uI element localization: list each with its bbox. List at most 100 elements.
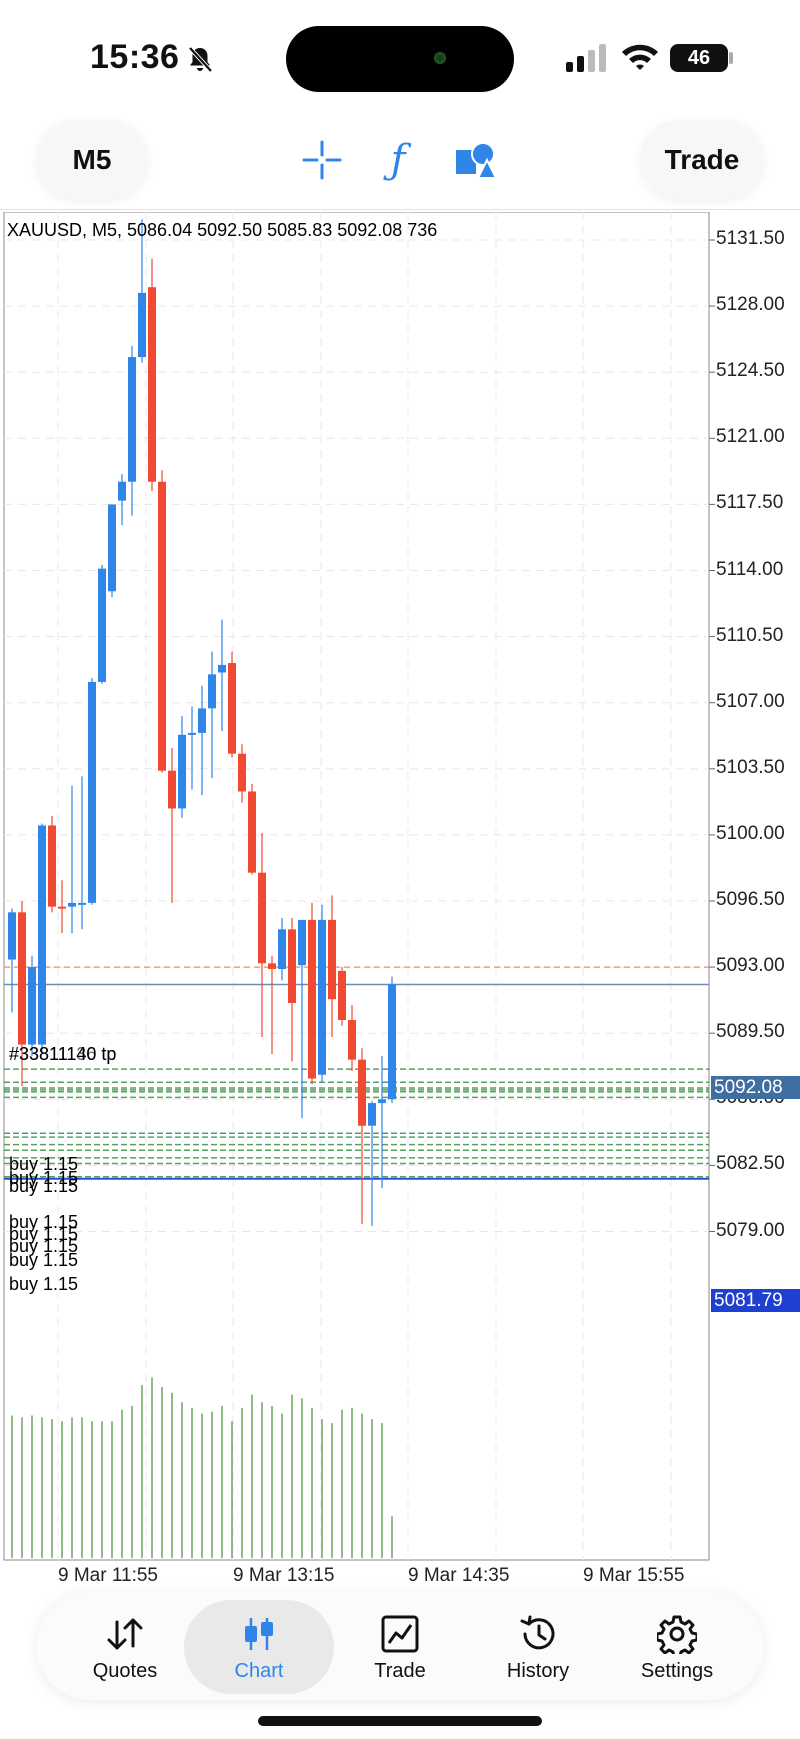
candle-body xyxy=(358,1059,366,1126)
candle-body xyxy=(328,919,336,1000)
candle-body xyxy=(128,357,136,482)
cellular-signal-icon xyxy=(566,44,606,72)
candle-body xyxy=(218,664,226,673)
camera-dot xyxy=(434,52,446,64)
candle-body xyxy=(298,919,306,966)
bid-price-tag: 5092.08 xyxy=(711,1076,800,1099)
chart-symbol-info: XAUUSD, M5, 5086.04 5092.50 5085.83 5092… xyxy=(7,220,438,240)
chart-frame xyxy=(3,212,710,1561)
candle-body xyxy=(348,1019,356,1060)
candle-body xyxy=(98,568,106,682)
tab-quotes-label: Quotes xyxy=(92,1659,158,1682)
price-axis-label: 5079.00 xyxy=(716,1219,785,1241)
objects-icon[interactable] xyxy=(448,132,504,188)
low-price-tag: 5081.79 xyxy=(711,1289,800,1312)
price-axis-label: 5103.50 xyxy=(716,756,785,778)
crosshair-icon[interactable] xyxy=(294,132,350,188)
price-axis-label: 5121.00 xyxy=(716,426,785,448)
status-time: 15:36 xyxy=(90,38,180,76)
candles-icon xyxy=(237,1612,281,1656)
order-label[interactable]: buy 1.15 xyxy=(9,1176,78,1197)
price-axis-label: 5124.50 xyxy=(716,360,785,382)
candle-body xyxy=(238,753,246,792)
battery-indicator: 46 xyxy=(670,44,728,72)
candle-body xyxy=(68,902,76,907)
gear-icon xyxy=(655,1612,699,1656)
tab-chart[interactable]: Chart xyxy=(184,1600,334,1694)
candle-body xyxy=(188,732,196,735)
price-axis-label: 5089.50 xyxy=(716,1021,785,1043)
price-axis-label: 5107.00 xyxy=(716,690,785,712)
tab-history-label: History xyxy=(506,1659,570,1682)
timeframe-button[interactable]: M5 xyxy=(36,120,148,200)
price-chart[interactable]: XAUUSD, M5, 5086.04 5092.50 5085.83 5092… xyxy=(0,212,800,1586)
time-axis-label: 9 Mar 15:55 xyxy=(583,1565,685,1586)
home-indicator xyxy=(258,1716,542,1726)
price-axis-label: 5110.50 xyxy=(716,624,784,646)
time-axis-label: 9 Mar 11:55 xyxy=(58,1565,158,1586)
candle-body xyxy=(108,504,116,592)
tab-settings[interactable]: Settings xyxy=(602,1600,752,1694)
candle-body xyxy=(78,902,86,905)
candle-body xyxy=(138,292,146,358)
candle-body xyxy=(308,919,316,1079)
candle-body xyxy=(318,919,326,1075)
candle-body xyxy=(48,825,56,907)
trade-button[interactable]: Trade xyxy=(640,120,764,200)
candle-body xyxy=(158,481,166,771)
tab-trade-label: Trade xyxy=(374,1659,426,1682)
candle-body xyxy=(148,287,156,482)
history-icon xyxy=(516,1612,560,1656)
chart-canvas[interactable] xyxy=(0,212,800,1582)
candle-body xyxy=(18,912,26,1045)
tab-settings-label: Settings xyxy=(640,1659,714,1682)
price-axis-label: 5093.00 xyxy=(716,955,785,977)
dynamic-island xyxy=(286,26,514,92)
candle-body xyxy=(168,770,176,809)
candle-body xyxy=(388,984,396,1100)
tab-trade[interactable]: Trade xyxy=(325,1600,475,1694)
candle-body xyxy=(178,734,186,809)
price-axis-label: 5096.50 xyxy=(716,889,785,910)
candle-body xyxy=(278,929,286,969)
price-axis-label: 5114.00 xyxy=(716,558,784,580)
candle-body xyxy=(28,967,36,1045)
candle-body xyxy=(88,681,96,903)
price-axis-label: 5128.00 xyxy=(716,294,785,316)
bottom-tab-bar: Quotes Chart Trade History Settings xyxy=(36,1592,764,1700)
function-icon[interactable]: ƒ xyxy=(370,132,426,188)
candle-body xyxy=(248,791,256,873)
order-label[interactable]: buy 1.15 xyxy=(9,1250,78,1271)
tab-chart-label: Chart xyxy=(234,1659,284,1682)
order-label[interactable]: buy 1.15 xyxy=(9,1274,78,1295)
candle-body xyxy=(338,970,346,1020)
candle-body xyxy=(198,708,206,733)
candle-body xyxy=(8,912,16,960)
candle-body xyxy=(118,481,126,501)
trade-chart-icon xyxy=(378,1612,422,1656)
time-axis-label: 9 Mar 14:35 xyxy=(408,1565,510,1586)
price-axis-label: 5082.50 xyxy=(716,1153,785,1175)
tab-history[interactable]: History xyxy=(463,1600,613,1694)
price-axis-label: 5131.50 xyxy=(716,228,785,249)
price-axis-label: 5100.00 xyxy=(716,822,785,844)
candle-body xyxy=(208,674,216,709)
candle-body xyxy=(258,872,266,964)
price-axis-label: 5117.50 xyxy=(716,492,784,514)
candle-body xyxy=(58,906,66,909)
time-axis-label: 9 Mar 13:15 xyxy=(233,1565,335,1586)
candle-body xyxy=(288,929,296,1003)
bell-muted-icon xyxy=(188,46,213,73)
wifi-icon xyxy=(622,44,658,70)
arrows-updown-icon xyxy=(103,1612,147,1656)
candle-body xyxy=(228,663,236,754)
chart-toolbar: M5 ƒ Trade xyxy=(0,110,800,210)
candle-body xyxy=(368,1103,376,1126)
tab-quotes[interactable]: Quotes xyxy=(50,1600,200,1694)
candle-body xyxy=(378,1099,386,1104)
battery-cap xyxy=(729,52,733,64)
candle-body xyxy=(268,963,276,969)
status-bar: 15:36 46 xyxy=(0,0,800,110)
tp-label-overlap[interactable]: #33811136 tp xyxy=(9,1044,116,1065)
candle-body xyxy=(38,825,46,1045)
